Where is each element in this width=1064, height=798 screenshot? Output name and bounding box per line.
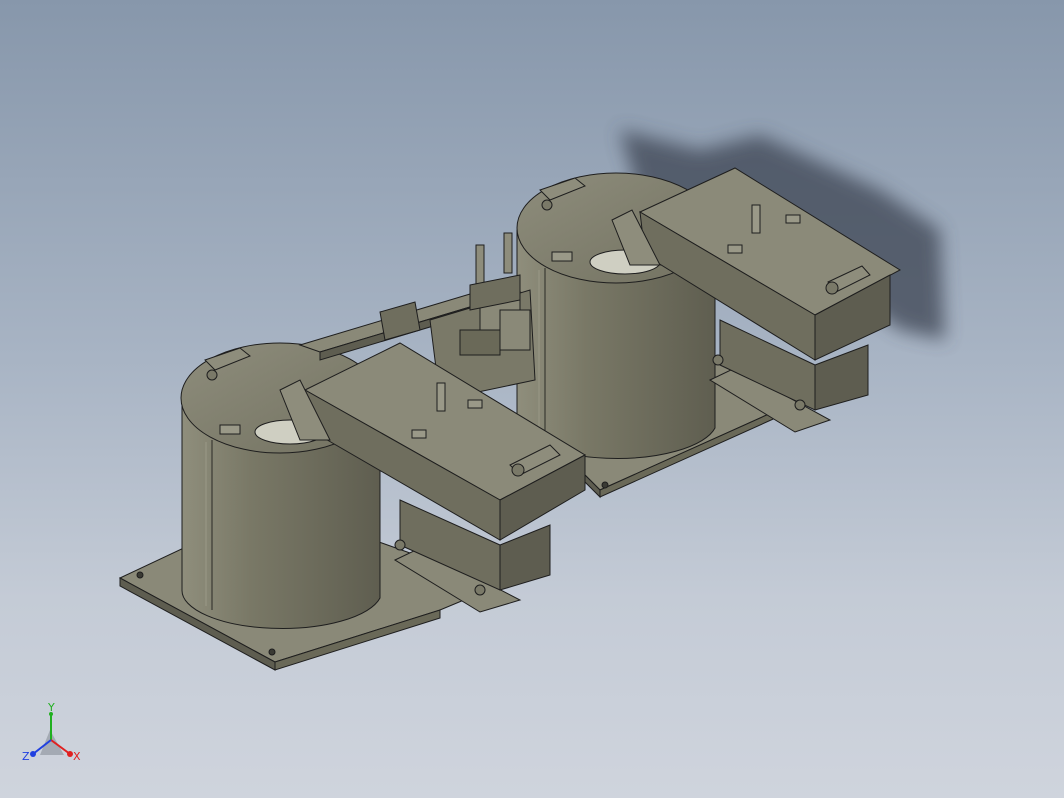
x-axis-label: X	[73, 750, 81, 763]
cad-viewport[interactable]	[0, 0, 1064, 798]
y-axis-label: Y	[47, 701, 55, 714]
view-orientation-triad: Y X Z	[22, 701, 81, 763]
z-axis-label: Z	[22, 750, 30, 763]
